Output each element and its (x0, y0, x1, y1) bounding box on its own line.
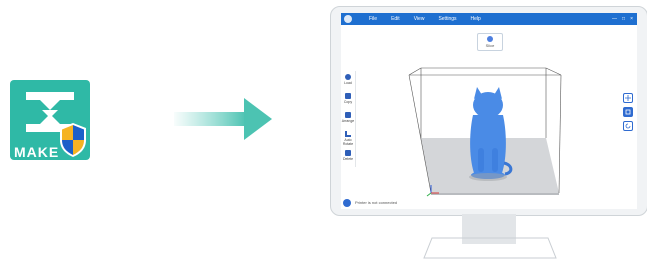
menu-help[interactable]: Help (471, 14, 481, 24)
menu-file[interactable]: File (369, 14, 377, 24)
arrange-icon (345, 112, 351, 118)
status-bar: Printer is not connected (341, 197, 637, 209)
view-tools (623, 93, 633, 135)
tool-delete[interactable]: Delete (342, 149, 354, 165)
shield-icon (60, 123, 86, 157)
printer-status: Printer is not connected (355, 200, 398, 205)
cube-view-icon (625, 109, 631, 115)
app-icon-label: MAKE (14, 144, 60, 160)
tool-auto-rotate-label: Auto Rotate (342, 138, 354, 146)
slice-button-label: Slice (485, 43, 495, 48)
left-toolbar: Load Copy Arrange Auto Rotate Delete (341, 71, 356, 167)
right-arrow-icon (174, 98, 272, 140)
title-bar: File Edit View Settings Help — □ × (341, 13, 637, 25)
slice-button[interactable]: Slice (477, 33, 503, 51)
menu-view[interactable]: View (414, 14, 425, 24)
menu-settings[interactable]: Settings (438, 14, 456, 24)
tool-arrange[interactable]: Arrange (342, 111, 354, 127)
crosshair-icon (625, 95, 631, 101)
menu-edit[interactable]: Edit (391, 14, 400, 24)
app-logo-icon (344, 15, 352, 23)
minimize-button[interactable]: — (612, 14, 617, 24)
tool-auto-rotate[interactable]: Auto Rotate (342, 130, 354, 146)
monitor: File Edit View Settings Help — □ × Slice… (330, 6, 647, 216)
menu-bar: File Edit View Settings Help (369, 14, 481, 24)
view-mode-button[interactable] (623, 107, 633, 117)
tool-copy-label: Copy (343, 100, 353, 104)
window-controls: — □ × (612, 14, 633, 24)
tool-load[interactable]: Load (342, 73, 354, 89)
move-view-button[interactable] (623, 93, 633, 103)
tool-delete-label: Delete (342, 157, 354, 161)
build-volume-viewport[interactable] (361, 53, 591, 198)
tool-arrange-label: Arrange (341, 119, 355, 123)
close-button[interactable]: × (630, 14, 633, 24)
trash-icon (345, 150, 351, 156)
tool-copy[interactable]: Copy (342, 92, 354, 108)
copy-icon (345, 93, 351, 99)
load-icon (345, 74, 351, 80)
app-icon[interactable]: MAKE (10, 80, 90, 160)
app-window: File Edit View Settings Help — □ × Slice… (341, 13, 637, 209)
slice-icon (487, 36, 493, 42)
printer-icon[interactable] (343, 199, 351, 207)
tool-load-label: Load (344, 81, 352, 85)
reset-view-button[interactable] (623, 121, 633, 131)
rotate-icon (345, 131, 351, 137)
maximize-button[interactable]: □ (622, 14, 625, 24)
refresh-icon (625, 123, 631, 129)
monitor-stand (423, 214, 557, 259)
